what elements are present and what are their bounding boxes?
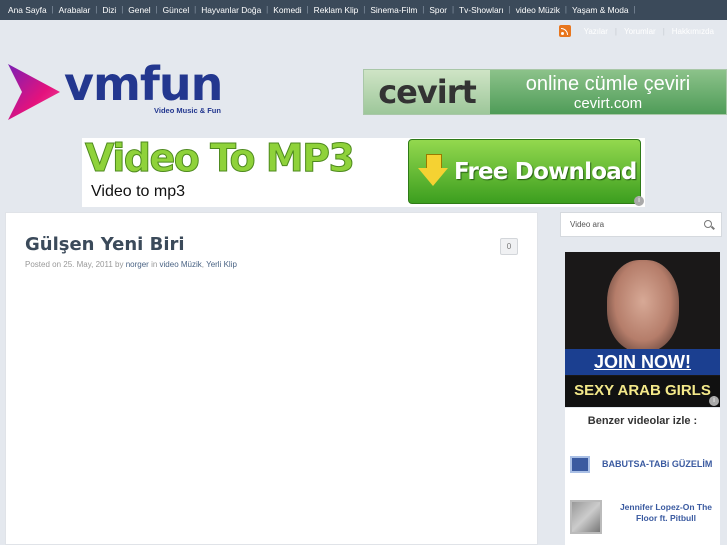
comment-count-badge[interactable]: 0	[500, 238, 518, 255]
nav-item-genel[interactable]: Genel	[122, 0, 158, 20]
logo-tagline: Video Music & Fun	[154, 106, 221, 115]
cevirt-ad-banner[interactable]: cevirt online cümle çeviri cevirt.com	[363, 69, 727, 115]
nav-item-video-muzik[interactable]: video Müzik	[510, 0, 567, 20]
meta-comma: ,	[201, 260, 205, 269]
nav-item-reklam-klip[interactable]: Reklam Klip	[308, 0, 365, 20]
top-navigation: Ana Sayfa Arabalar Dizi Genel Güncel Hay…	[0, 0, 727, 20]
sidebar-ad[interactable]: JOIN NOW! SEXY ARAB GIRLS i	[565, 252, 720, 407]
nav-item-arabalar[interactable]: Arabalar	[53, 0, 97, 20]
download-arrow-icon	[418, 153, 448, 190]
nav-item-hayvanlar-doga[interactable]: Hayvanlar Doğa	[195, 0, 268, 20]
related-video-title[interactable]: Jennifer Lopez-On The Floor ft. Pitbull	[612, 502, 720, 536]
link-yazilar[interactable]: Yazılar	[577, 27, 615, 36]
post-meta: Posted on 25. May, 2011 by norger in vid…	[25, 260, 237, 269]
nav-item-yasam-moda[interactable]: Yaşam & Moda	[566, 0, 635, 20]
ad-portrait-image	[607, 260, 679, 352]
nav-item-ana-sayfa[interactable]: Ana Sayfa	[2, 0, 53, 20]
cevirt-slogan: online cümle çeviri	[525, 73, 691, 95]
logo-wordmark: vmfun	[64, 57, 223, 111]
meta-by: by	[115, 260, 124, 269]
logo-arrow-icon	[8, 64, 60, 120]
nav-item-tv-showlari[interactable]: Tv-Showları	[453, 0, 510, 20]
link-hakkimizda[interactable]: Hakkımızda	[665, 27, 721, 36]
video-thumbnail[interactable]	[570, 455, 590, 473]
rss-icon[interactable]	[558, 25, 571, 37]
free-download-label: Free Download	[454, 158, 637, 185]
category-link-video-muzik[interactable]: video Müzik	[160, 260, 202, 269]
related-video-item[interactable]: BABUTSA-TABi GÜZELİM	[570, 454, 720, 474]
sidebar: Video ara JOIN NOW! SEXY ARAB GIRLS i Be…	[538, 212, 727, 545]
secondary-links: Yazılar | Yorumlar | Hakkımızda	[558, 25, 721, 37]
post-author-link[interactable]: norger	[126, 260, 149, 269]
related-videos-widget: Benzer videolar izle : BABUTSA-TABi GÜZE…	[565, 408, 720, 545]
nav-item-komedi[interactable]: Komedi	[267, 0, 309, 20]
nav-item-dizi[interactable]: Dizi	[96, 0, 123, 20]
meta-posted-on: Posted on	[25, 260, 62, 269]
cevirt-right-panel: online cümle çeviri cevirt.com	[490, 70, 726, 114]
ad-info-icon[interactable]: i	[634, 196, 644, 206]
ad-title: Video To MP3	[84, 136, 355, 181]
post-date: 25. May, 2011	[63, 260, 113, 269]
cevirt-brand: cevirt	[364, 70, 490, 114]
related-videos-title: Benzer videolar izle :	[587, 415, 698, 427]
nav-item-spor[interactable]: Spor	[423, 0, 453, 20]
nav-item-guncel[interactable]: Güncel	[157, 0, 196, 20]
ad-caption: SEXY ARAB GIRLS	[565, 376, 720, 407]
join-now-button[interactable]: JOIN NOW!	[565, 349, 720, 375]
ad-subtitle: Video to mp3	[91, 183, 185, 200]
search-input[interactable]: Video ara	[560, 212, 722, 237]
ad-info-icon[interactable]: i	[709, 396, 719, 406]
link-yorumlar[interactable]: Yorumlar	[617, 27, 663, 36]
video-thumbnail[interactable]	[570, 500, 602, 534]
related-video-item[interactable]: Jennifer Lopez-On The Floor ft. Pitbull	[570, 500, 720, 536]
category-link-yerli-klip[interactable]: Yerli Klip	[206, 260, 237, 269]
search-placeholder: Video ara	[570, 220, 605, 229]
related-video-title[interactable]: BABUTSA-TABi GÜZELİM	[602, 459, 712, 469]
post-content-area: Gülşen Yeni Biri Posted on 25. May, 2011…	[5, 212, 538, 545]
nav-item-sinema-film[interactable]: Sinema-Film	[364, 0, 424, 20]
site-logo[interactable]: vmfun Video Music & Fun	[6, 58, 251, 124]
meta-in: in	[151, 260, 158, 269]
post-title[interactable]: Gülşen Yeni Biri	[25, 234, 185, 255]
free-download-button[interactable]: Free Download	[408, 139, 641, 204]
cevirt-url: cevirt.com	[573, 95, 643, 112]
video-to-mp3-ad[interactable]: Video To MP3 Video to mp3 Free Download …	[82, 136, 645, 207]
search-icon[interactable]	[704, 220, 712, 228]
